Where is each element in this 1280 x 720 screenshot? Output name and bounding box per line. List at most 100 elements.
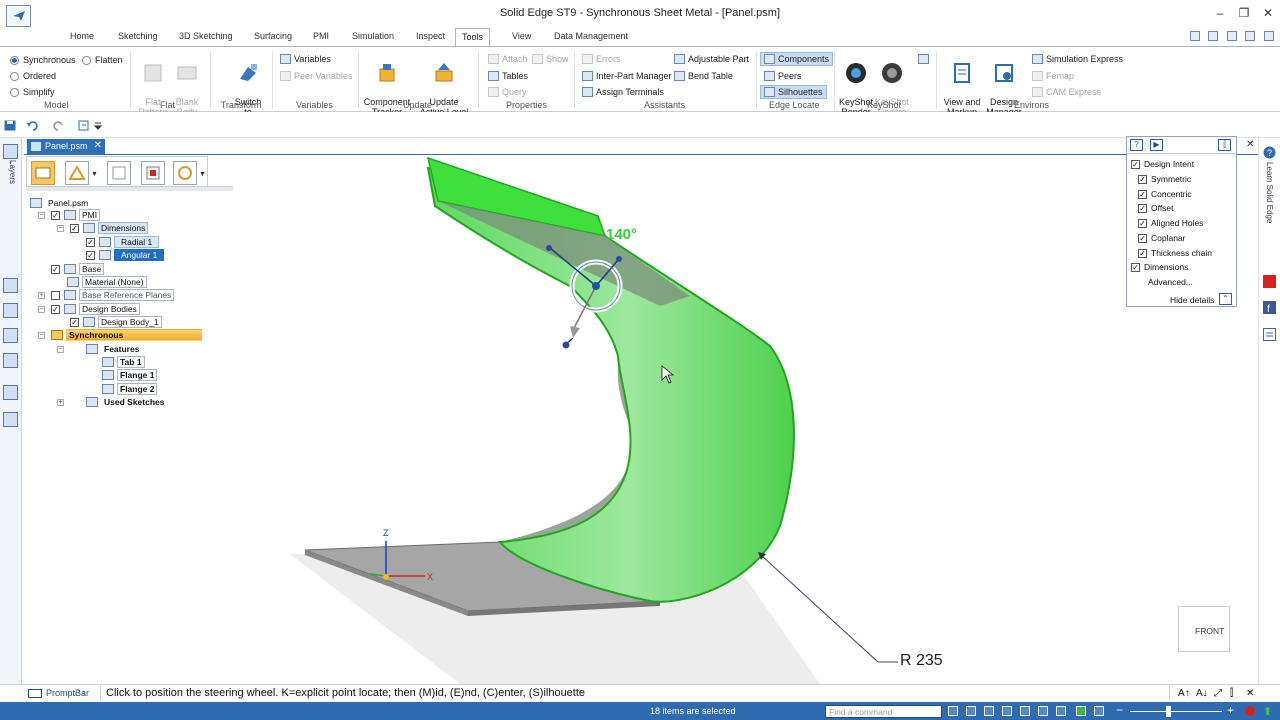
show-sketch-button[interactable] [65, 161, 89, 185]
teamcenter-tab-icon[interactable] [3, 385, 18, 400]
collapse-icon[interactable]: − [57, 225, 64, 232]
expand-icon[interactable]: + [38, 292, 45, 299]
help-icon[interactable] [1189, 31, 1200, 41]
hide-details-link[interactable]: Hide details [1170, 295, 1214, 305]
pathfinder-display-button[interactable] [31, 161, 55, 185]
upload-icon[interactable]: ⬆ [1263, 705, 1272, 718]
checkbox-checked-icon[interactable]: ✓ [70, 317, 79, 327]
tab-tools[interactable]: Tools [455, 28, 491, 47]
prompt-expand-icon[interactable]: ⤢ [1214, 688, 1222, 699]
tree-item-flange1[interactable]: Flange 1 [102, 369, 158, 381]
layers-tab[interactable]: Layers [3, 160, 17, 184]
zoom-slider[interactable] [1130, 711, 1222, 712]
attach-button[interactable]: Attach [488, 54, 528, 64]
youtube-icon[interactable] [1263, 275, 1276, 288]
view-cube[interactable]: FRONT [1178, 606, 1230, 652]
checkbox-checked-icon[interactable]: ✓ [51, 264, 60, 274]
community-icon[interactable] [1263, 328, 1276, 341]
tab-sketching[interactable]: Sketching [112, 30, 164, 42]
minimize-button[interactable]: – [1208, 4, 1232, 22]
panel-close-icon[interactable]: ✕ [1246, 139, 1254, 150]
show-button[interactable]: Show [532, 54, 569, 64]
pan-icon[interactable] [1020, 706, 1030, 716]
tab-home[interactable]: Home [64, 30, 100, 42]
peers-toggle[interactable]: Peers [764, 71, 802, 81]
tree-item-base[interactable]: ✓ Base [51, 263, 105, 275]
prompt-pin-icon[interactable]: ⫿ [1230, 688, 1233, 699]
tree-item-angular[interactable]: ✓ Angular 1 [86, 249, 165, 261]
feature-library-tab-icon[interactable] [3, 303, 18, 318]
tab-simulation[interactable]: Simulation [346, 30, 400, 42]
reuse-tab-icon[interactable] [3, 412, 18, 427]
document-tab-panel[interactable]: Panel.psm ✕ [27, 139, 105, 154]
facebook-icon[interactable]: f [1263, 301, 1276, 314]
checkbox-checked-icon[interactable]: ✓ [1138, 248, 1147, 258]
angle-dimension-label[interactable]: 140° [606, 226, 637, 243]
collapse-icon[interactable]: − [38, 332, 45, 339]
offset-option[interactable]: ✓ Offset [1138, 203, 1174, 213]
components-toggle[interactable]: Components [760, 52, 834, 66]
zoom-slider-thumb[interactable] [1166, 706, 1171, 717]
advanced-link[interactable]: Advanced... [1148, 277, 1193, 287]
flatten-radio[interactable]: Flatten [82, 55, 123, 65]
checkbox-checked-icon[interactable]: ✓ [86, 237, 95, 247]
shaded-view-icon[interactable] [1076, 706, 1086, 716]
assign-terminals-button[interactable]: Assign Terminals [582, 87, 664, 97]
zoom-area-icon[interactable] [966, 706, 976, 716]
panel-help-button[interactable]: ? [1130, 139, 1143, 151]
options-icon[interactable] [1208, 31, 1219, 41]
symmetric-option[interactable]: ✓ Symmetric [1138, 174, 1191, 184]
design-intent-option[interactable]: ✓ Design Intent [1131, 159, 1194, 169]
copy-button[interactable] [107, 161, 131, 185]
tree-root[interactable]: Panel.psm [30, 197, 91, 209]
checkbox-checked-icon[interactable]: ✓ [51, 210, 60, 220]
rotate-icon[interactable] [1038, 706, 1048, 716]
pathfinder-tab-icon[interactable] [3, 144, 18, 159]
aligned-holes-option[interactable]: ✓ Aligned Holes [1138, 218, 1203, 228]
cam-express-button[interactable]: CAM Express [1032, 87, 1101, 97]
filter-button[interactable] [173, 161, 197, 185]
tree-item-flange2[interactable]: Flange 2 [102, 383, 158, 395]
checkbox-checked-icon[interactable]: ✓ [51, 304, 60, 314]
ribbon-minimize-icon[interactable] [1226, 31, 1237, 41]
font-decrease-icon[interactable]: A↓ [1196, 688, 1208, 699]
tree-item-radial[interactable]: ✓ Radial 1 [86, 236, 160, 248]
graphics-window[interactable]: 140° R 235 Z X [210, 156, 1257, 684]
peer-variables-button[interactable]: Peer Variables [280, 71, 352, 81]
undo-icon[interactable] [27, 120, 39, 131]
search-icon[interactable] [948, 706, 958, 716]
concentric-option[interactable]: ✓ Concentric [1138, 189, 1192, 199]
tab-data-management[interactable]: Data Management [548, 30, 634, 42]
tree-item-design-body[interactable]: ✓ Design Body_1 [70, 316, 162, 328]
zoom-in-icon[interactable]: + [1227, 703, 1234, 717]
family-of-parts-tab-icon[interactable] [3, 328, 18, 343]
checkbox-checked-icon[interactable]: ✓ [70, 223, 79, 233]
tree-item-features[interactable]: Features [86, 343, 142, 355]
femap-button[interactable]: Femap [1032, 71, 1074, 81]
command-finder-input[interactable]: Find a command [825, 705, 942, 718]
tab-3d-sketching[interactable]: 3D Sketching [173, 30, 239, 42]
collapse-icon[interactable]: − [38, 306, 45, 313]
zoom-out-icon[interactable]: − [1116, 703, 1123, 717]
tree-item-synchronous[interactable]: Synchronous [51, 329, 202, 341]
checkbox-checked-icon[interactable]: ✓ [1138, 189, 1147, 199]
checkbox-checked-icon[interactable]: ✓ [1138, 218, 1147, 228]
query-button[interactable]: Query [488, 87, 527, 97]
fit-icon[interactable] [1002, 706, 1012, 716]
paste-button[interactable] [141, 161, 165, 185]
bend-table-button[interactable]: Bend Table [674, 71, 733, 81]
panel-pin-button[interactable]: ⫿ [1218, 139, 1231, 151]
view-cube-front-label[interactable]: FRONT [1195, 626, 1224, 636]
ribbon-close-icon[interactable] [1264, 31, 1274, 41]
collapse-icon[interactable]: − [57, 346, 64, 353]
expand-icon[interactable]: + [57, 399, 64, 406]
qat-dropdown-icon[interactable] [94, 120, 106, 131]
checkbox-checked-icon[interactable]: ✓ [1138, 233, 1147, 243]
learn-solid-edge-tab[interactable]: Learn Solid Edge [1265, 162, 1274, 223]
font-increase-icon[interactable]: A↑ [1178, 688, 1190, 699]
adjustable-part-button[interactable]: Adjustable Part [674, 54, 749, 64]
tree-item-used-sketches[interactable]: Used Sketches [86, 396, 167, 408]
variables-button[interactable]: Variables [280, 54, 331, 64]
inter-part-manager-button[interactable]: Inter-Part Manager [582, 71, 672, 81]
checkbox-checked-icon[interactable]: ✓ [1138, 174, 1147, 184]
